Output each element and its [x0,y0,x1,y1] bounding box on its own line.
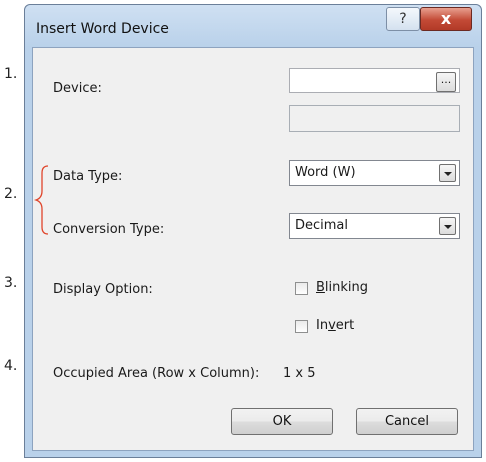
invert-label[interactable]: Invert [316,318,354,333]
conversion-type-label: Conversion Type: [53,222,165,237]
help-icon: ? [399,11,407,27]
device-label: Device: [53,81,102,96]
conversion-type-selected-value: Decimal [295,218,349,233]
data-type-selected-value: Word (W) [295,165,356,180]
insert-word-device-dialog: Insert Word Device ? x Device: ... Data … [24,4,482,458]
data-type-select[interactable]: Word (W) [289,160,460,186]
device-info-field [289,105,460,132]
invert-checkbox[interactable] [295,320,308,333]
display-option-label: Display Option: [53,282,153,297]
annotation-brace [33,165,49,235]
annotation-marker-2: 2. [4,186,18,202]
invert-accel-key: v [328,318,336,333]
annotation-marker-4: 4. [4,358,18,374]
help-button[interactable]: ? [386,7,420,31]
invert-label-pre: In [316,318,329,333]
close-button[interactable]: x [420,7,472,31]
data-type-label: Data Type: [53,169,123,184]
dialog-body: Device: ... Data Type: Word (W) Conversi… [32,47,474,451]
blinking-label-post: linking [324,280,369,295]
ok-button[interactable]: OK [231,408,333,435]
title-bar: Insert Word Device ? x [25,5,481,47]
dropdown-arrow-icon[interactable] [439,217,456,235]
cancel-button[interactable]: Cancel [356,408,458,435]
conversion-type-select[interactable]: Decimal [289,213,460,239]
occupied-area-value: 1 x 5 [283,366,316,381]
invert-label-post: ert [335,318,355,333]
annotation-marker-3: 3. [4,275,18,291]
blinking-accel-key: B [316,280,325,295]
dialog-title: Insert Word Device [36,21,169,37]
blinking-label[interactable]: Blinking [316,280,368,295]
occupied-area-label: Occupied Area (Row x Column): [53,366,260,381]
close-icon: x [440,9,452,28]
blinking-checkbox[interactable] [295,282,308,295]
device-browse-button[interactable]: ... [436,72,456,92]
annotation-marker-1: 1. [4,66,18,82]
dropdown-arrow-icon[interactable] [439,164,456,182]
device-input[interactable] [289,68,460,93]
